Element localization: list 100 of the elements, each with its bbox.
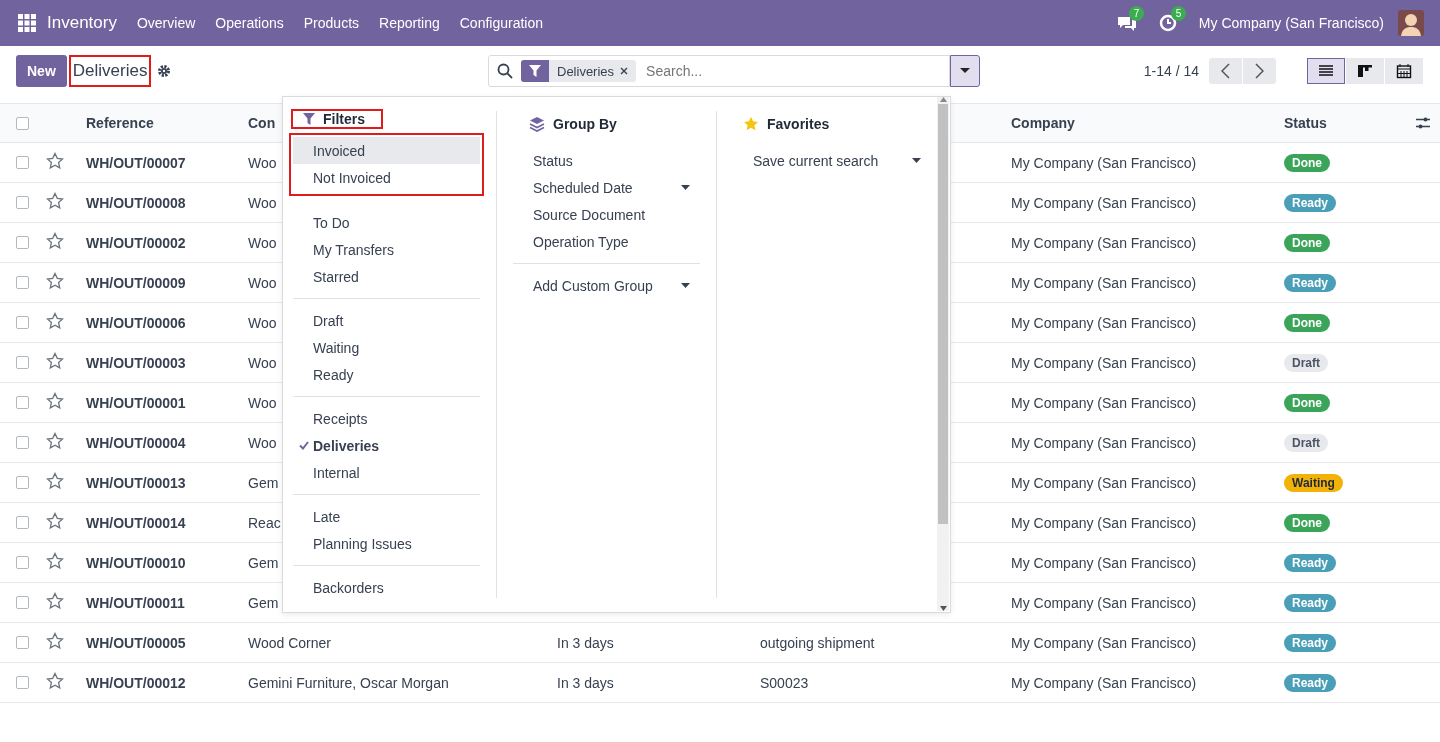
status-badge: Ready — [1284, 593, 1337, 612]
custom-group-select[interactable]: Add Custom Group — [513, 272, 700, 299]
row-checkbox[interactable] — [16, 556, 29, 569]
list-icon — [1318, 63, 1334, 79]
chevron-left-icon — [1221, 63, 1230, 79]
pager-value: 1-14 / 14 — [1143, 63, 1199, 79]
row-checkbox[interactable] — [16, 436, 29, 449]
filter-option[interactable]: Ready — [293, 361, 480, 388]
column-header[interactable]: Reference — [86, 115, 154, 131]
row-checkbox[interactable] — [16, 396, 29, 409]
message-count: 7 — [1128, 6, 1145, 21]
star-icon[interactable] — [46, 432, 64, 450]
filter-option[interactable]: My Transfers — [293, 236, 480, 263]
filter-option[interactable]: Waiting — [293, 334, 480, 361]
row-checkbox[interactable] — [16, 236, 29, 249]
table-cell: Woo — [248, 394, 277, 411]
table-cell: WH/OUT/00003 — [86, 354, 186, 371]
view-switch-button[interactable] — [1385, 58, 1423, 84]
search-field[interactable]: Deliveries Search... — [488, 55, 950, 87]
caret-icon — [912, 158, 921, 163]
row-checkbox[interactable] — [16, 196, 29, 209]
filter-option[interactable]: Backorders — [293, 574, 480, 601]
star-icon[interactable] — [46, 552, 64, 570]
status-badge: Ready — [1284, 193, 1337, 212]
menu-item[interactable]: Products — [293, 15, 370, 31]
filter-option[interactable]: Starred — [293, 263, 480, 290]
group-by-option[interactable]: Source Document — [513, 201, 700, 228]
view-switch-button[interactable] — [1307, 58, 1345, 84]
table-cell: WH/OUT/00009 — [86, 274, 186, 291]
clock-icon[interactable] — [1158, 14, 1177, 32]
column-header[interactable]: Status — [1284, 115, 1327, 131]
filter-option[interactable]: Deliveries — [293, 432, 480, 459]
star-icon[interactable] — [46, 312, 64, 330]
table-cell: My Company (San Francisco) — [1011, 674, 1197, 691]
filter-option[interactable]: Receipts — [293, 405, 480, 432]
table-cell: Reac — [248, 514, 281, 531]
view-switch-button[interactable] — [1346, 58, 1384, 84]
close-icon[interactable] — [620, 67, 629, 75]
filter-option[interactable]: Planning Issues — [293, 530, 480, 557]
new-button[interactable]: New — [16, 55, 67, 87]
row-checkbox[interactable] — [16, 476, 29, 489]
group-by-option[interactable]: Status — [513, 147, 700, 174]
column-header[interactable]: Company — [1011, 115, 1075, 131]
status-badge: Ready — [1284, 273, 1337, 292]
star-icon[interactable] — [46, 392, 64, 410]
filter-option[interactable]: Not Invoiced — [293, 164, 480, 191]
kanban-icon — [1357, 63, 1373, 79]
app-name[interactable]: Inventory — [47, 13, 117, 33]
row-checkbox[interactable] — [16, 596, 29, 609]
filter-option[interactable]: Draft — [293, 307, 480, 334]
save-search-option[interactable]: Save current search — [733, 147, 921, 174]
activity-count: 5 — [1170, 6, 1187, 21]
star-icon[interactable] — [46, 512, 64, 530]
star-icon[interactable] — [46, 672, 64, 690]
row-checkbox[interactable] — [16, 636, 29, 649]
menu-item[interactable]: Overview — [126, 15, 206, 31]
star-icon[interactable] — [46, 152, 64, 170]
gear-icon[interactable] — [157, 64, 172, 78]
table-cell: WH/OUT/00006 — [86, 314, 186, 331]
company-switcher[interactable]: My Company (San Francisco) — [1198, 15, 1384, 31]
star-icon[interactable] — [46, 272, 64, 290]
search-dropdown-toggle[interactable] — [950, 55, 980, 87]
status-badge: Draft — [1284, 433, 1328, 452]
calendar-icon — [1396, 63, 1412, 79]
group-by-option[interactable]: Scheduled Date — [513, 174, 700, 201]
table-cell: Gemini Furniture, Oscar Morgan — [248, 674, 449, 691]
filter-option[interactable]: Internal — [293, 459, 480, 486]
table-cell: Gem — [248, 474, 279, 491]
group-by-option[interactable]: Operation Type — [513, 228, 700, 255]
scrollbar[interactable] — [937, 97, 949, 611]
star-icon[interactable] — [46, 472, 64, 490]
menu-item[interactable]: Operations — [205, 15, 294, 31]
filter-option[interactable]: Invoiced — [293, 137, 480, 164]
search-icon — [497, 63, 513, 79]
star-icon[interactable] — [46, 592, 64, 610]
apps-menu-icon[interactable] — [18, 14, 36, 32]
avatar[interactable] — [1398, 10, 1424, 36]
menu-item[interactable]: Reporting — [369, 15, 450, 31]
filter-option[interactable]: To Do — [293, 209, 480, 236]
row-checkbox[interactable] — [16, 356, 29, 369]
star-icon[interactable] — [46, 232, 64, 250]
star-icon[interactable] — [46, 632, 64, 650]
column-header[interactable]: Con — [248, 115, 276, 131]
filter-icon — [529, 65, 541, 77]
row-checkbox[interactable] — [16, 156, 29, 169]
menu-item[interactable]: Configuration — [449, 15, 553, 31]
table-cell: WH/OUT/00001 — [86, 394, 186, 411]
row-checkbox[interactable] — [16, 276, 29, 289]
settings-sliders-icon[interactable] — [1416, 116, 1430, 130]
star-icon[interactable] — [46, 192, 64, 210]
table-cell: WH/OUT/00007 — [86, 154, 186, 171]
star-icon[interactable] — [46, 352, 64, 370]
row-checkbox[interactable] — [16, 516, 29, 529]
row-checkbox[interactable] — [16, 676, 29, 689]
next-button[interactable] — [1243, 58, 1276, 84]
select-all-checkbox[interactable] — [16, 116, 29, 130]
row-checkbox[interactable] — [16, 316, 29, 329]
table-cell: S00023 — [760, 674, 809, 691]
table-cell: Woo — [248, 154, 277, 171]
filter-option[interactable]: Late — [293, 503, 480, 530]
